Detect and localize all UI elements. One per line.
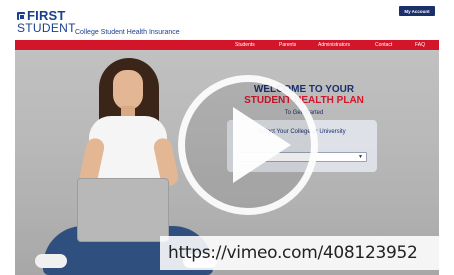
- nav-faq[interactable]: FAQ: [415, 40, 425, 50]
- play-icon[interactable]: [233, 107, 291, 183]
- video-url[interactable]: https://vimeo.com/408123952: [168, 243, 418, 263]
- website-screenshot: FIRST STUDENT College Student Health Ins…: [15, 4, 439, 275]
- nav-parents[interactable]: Parents: [279, 40, 296, 50]
- first-student-logo[interactable]: FIRST STUDENT: [17, 9, 76, 37]
- photo-shoe-left: [35, 254, 67, 268]
- nav-contact[interactable]: Contact: [375, 40, 392, 50]
- site-title: College Student Health Insurance: [75, 29, 180, 36]
- my-account-button[interactable]: My Account: [399, 6, 435, 16]
- laptop-image: [77, 178, 169, 242]
- main-nav: Students Parents Administrators Contact …: [15, 40, 439, 50]
- nav-administrators[interactable]: Administrators: [318, 40, 350, 50]
- site-header: FIRST STUDENT College Student Health Ins…: [15, 4, 439, 40]
- video-url-overlay: https://vimeo.com/408123952: [160, 236, 439, 270]
- logo-mark-icon: [17, 11, 25, 20]
- photo-face: [113, 70, 143, 110]
- logo-student-text: STUDENT: [17, 21, 76, 35]
- chevron-down-icon: ▼: [358, 154, 363, 160]
- nav-students[interactable]: Students: [235, 40, 255, 50]
